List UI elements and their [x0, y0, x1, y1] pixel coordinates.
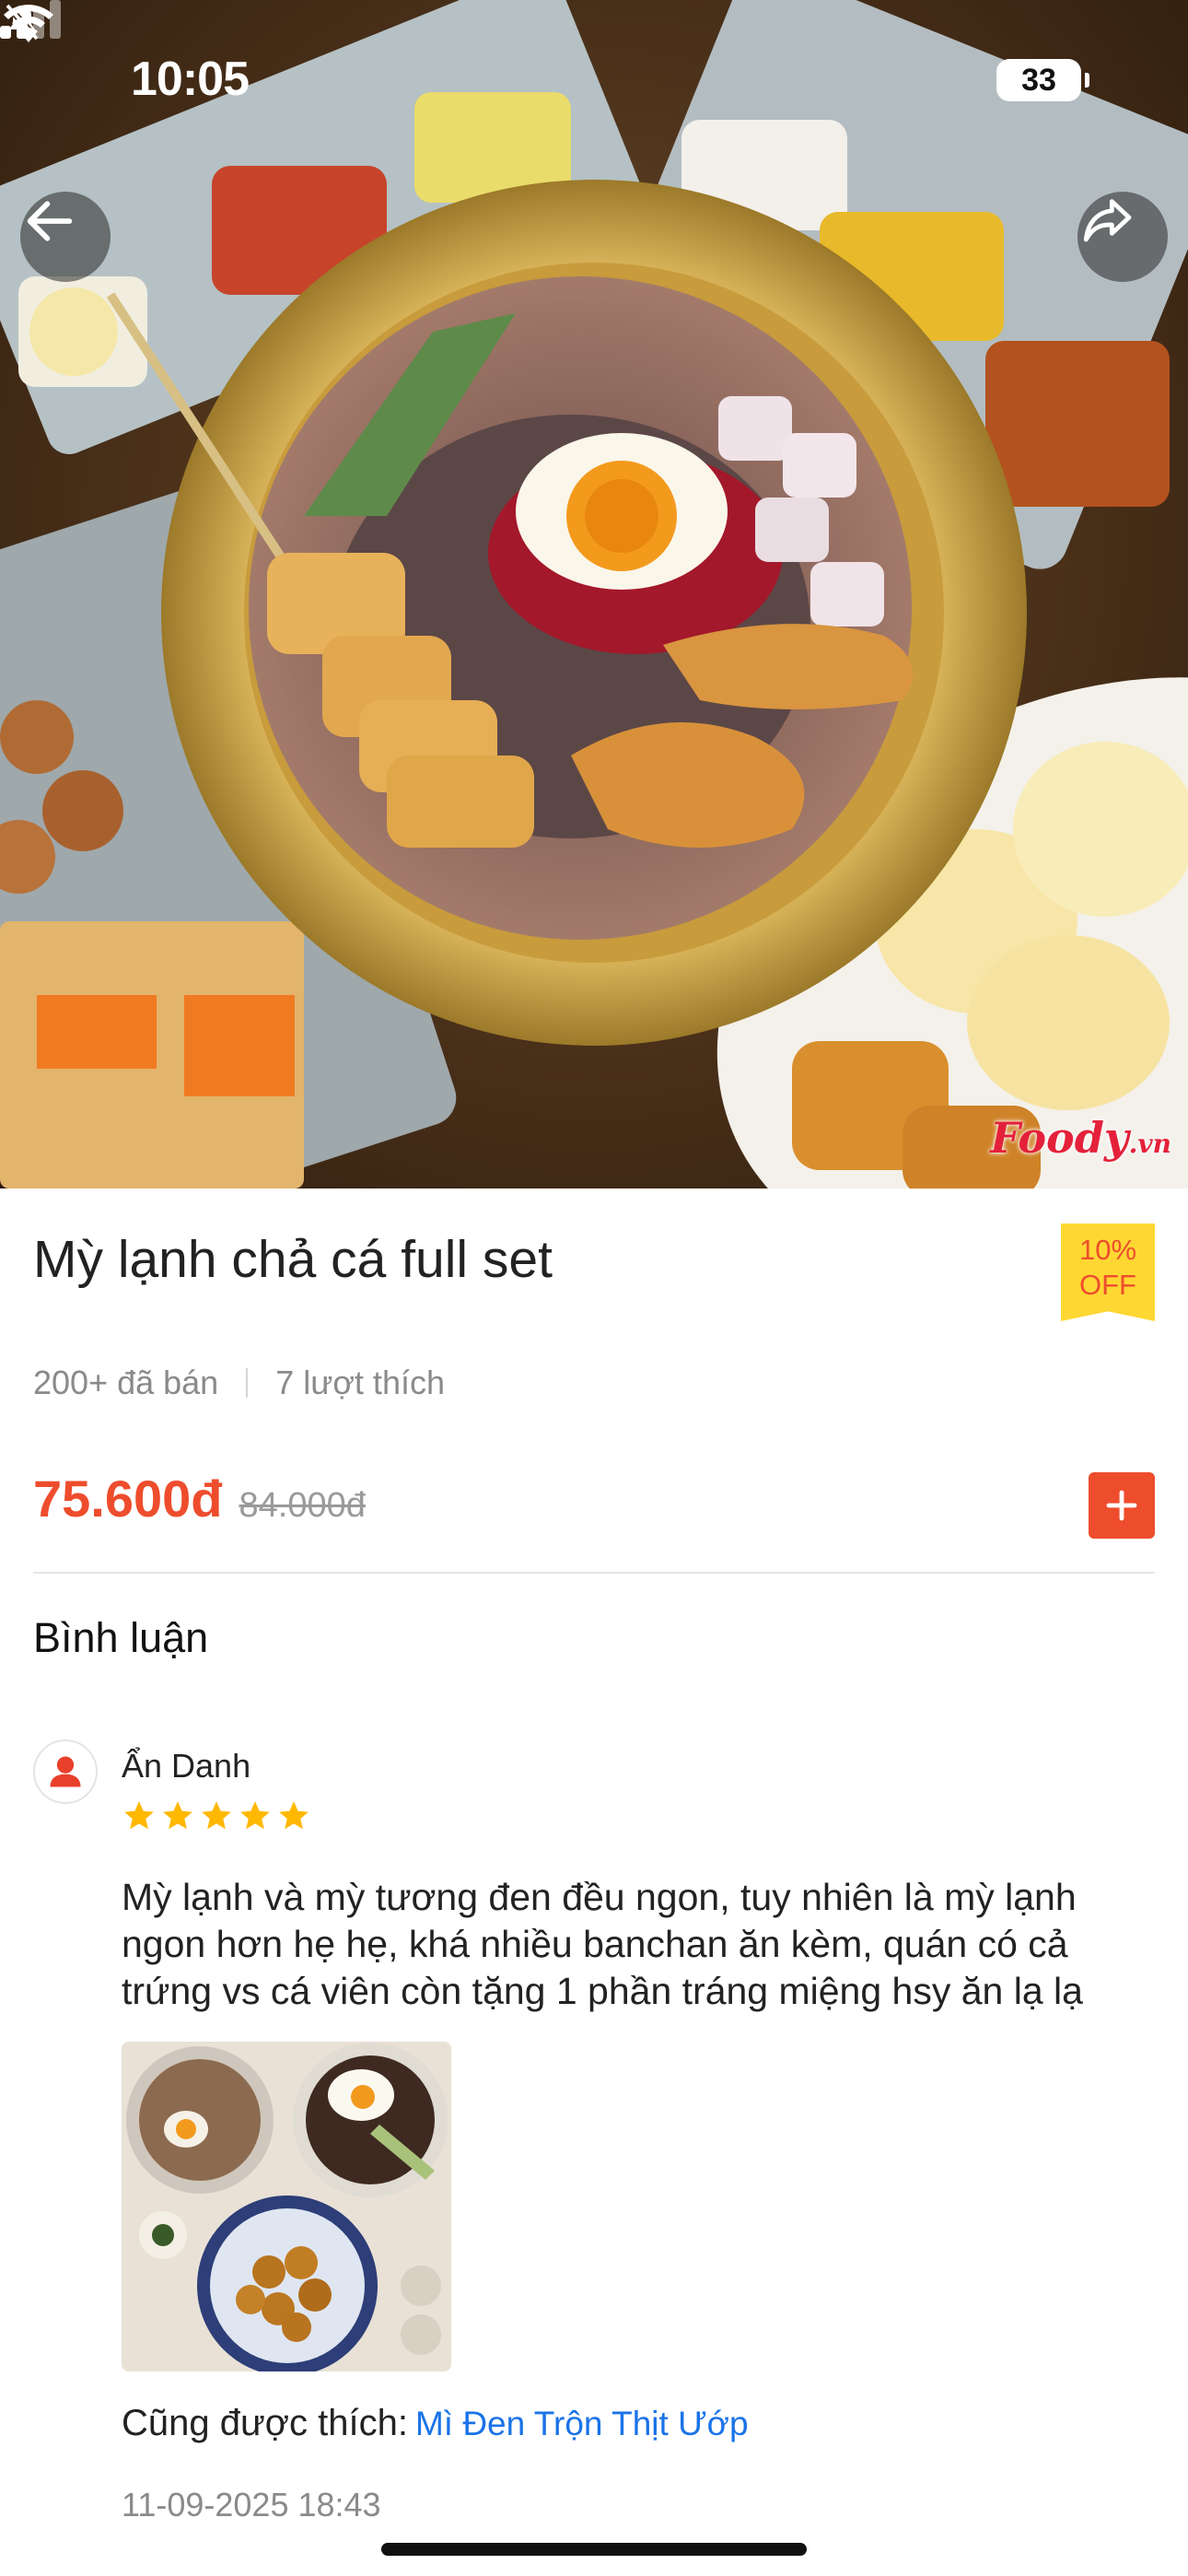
- comments-section-title: Bình luận: [33, 1614, 209, 1661]
- share-button[interactable]: [1077, 192, 1168, 282]
- discount-badge: 10% OFF: [1061, 1224, 1155, 1321]
- product-title: Mỳ lạnh chả cá full set: [33, 1230, 553, 1289]
- avatar[interactable]: [33, 1739, 98, 1804]
- product-hero-image[interactable]: 10:05 33 Foody.vn: [0, 0, 1188, 1188]
- plus-icon: [1106, 1490, 1137, 1521]
- original-price: 84.000đ: [239, 1486, 366, 1525]
- reviewer-name: Ẩn Danh: [122, 1747, 251, 1785]
- rating-stars: [122, 1798, 311, 1833]
- product-stats: 200+ đã bán 7 lượt thích: [33, 1364, 445, 1402]
- comment-photo[interactable]: [122, 2042, 451, 2371]
- sold-count: 200+ đã bán: [33, 1364, 219, 1401]
- comment-text: Mỳ lạnh và mỳ tương đen đều ngon, tuy nh…: [122, 1876, 1083, 2012]
- back-arrow-icon: [27, 201, 73, 241]
- food-photo: [0, 0, 1188, 1188]
- share-icon: [1083, 199, 1132, 242]
- user-icon: [50, 1756, 81, 1787]
- star-icon: [163, 1801, 192, 1830]
- star-icon: [124, 1801, 154, 1830]
- also-like-row: Cũng được thích: Mì Đen Trộn Thịt Ướp: [122, 2403, 749, 2444]
- liked-dish-link[interactable]: Mì Đen Trộn Thịt Ướp: [415, 2405, 749, 2442]
- star-icon: [202, 1801, 231, 1830]
- stats-separator: [246, 1368, 249, 1398]
- battery-indicator: 33: [996, 59, 1089, 101]
- back-button[interactable]: [20, 192, 111, 282]
- also-like-label: Cũng được thích:: [122, 2403, 408, 2443]
- home-indicator[interactable]: [381, 2543, 807, 2556]
- wifi-icon: [4, 5, 53, 42]
- discount-percent: 10%: [1078, 1234, 1137, 1266]
- add-to-cart-button[interactable]: [1089, 1472, 1155, 1539]
- current-price: 75.600đ: [33, 1469, 223, 1528]
- comment-photo-image: [122, 2042, 451, 2371]
- comment-date: 11-09-2025 18:43: [122, 2486, 381, 2523]
- foody-watermark: Foody.vn: [990, 1113, 1171, 1163]
- status-bar: 10:05 33: [0, 0, 1188, 157]
- discount-off-label: OFF: [1079, 1269, 1136, 1301]
- divider: [33, 1572, 1155, 1574]
- like-count: 7 lượt thích: [275, 1364, 445, 1401]
- star-icon: [279, 1801, 309, 1830]
- status-time: 10:05: [131, 53, 250, 106]
- product-detail-page: 10:05 33 Foody.vn Mỳ lạnh chả cá full se…: [0, 0, 1188, 2576]
- price-row: 75.600đ 84.000đ: [33, 1469, 366, 1528]
- star-icon: [240, 1801, 270, 1830]
